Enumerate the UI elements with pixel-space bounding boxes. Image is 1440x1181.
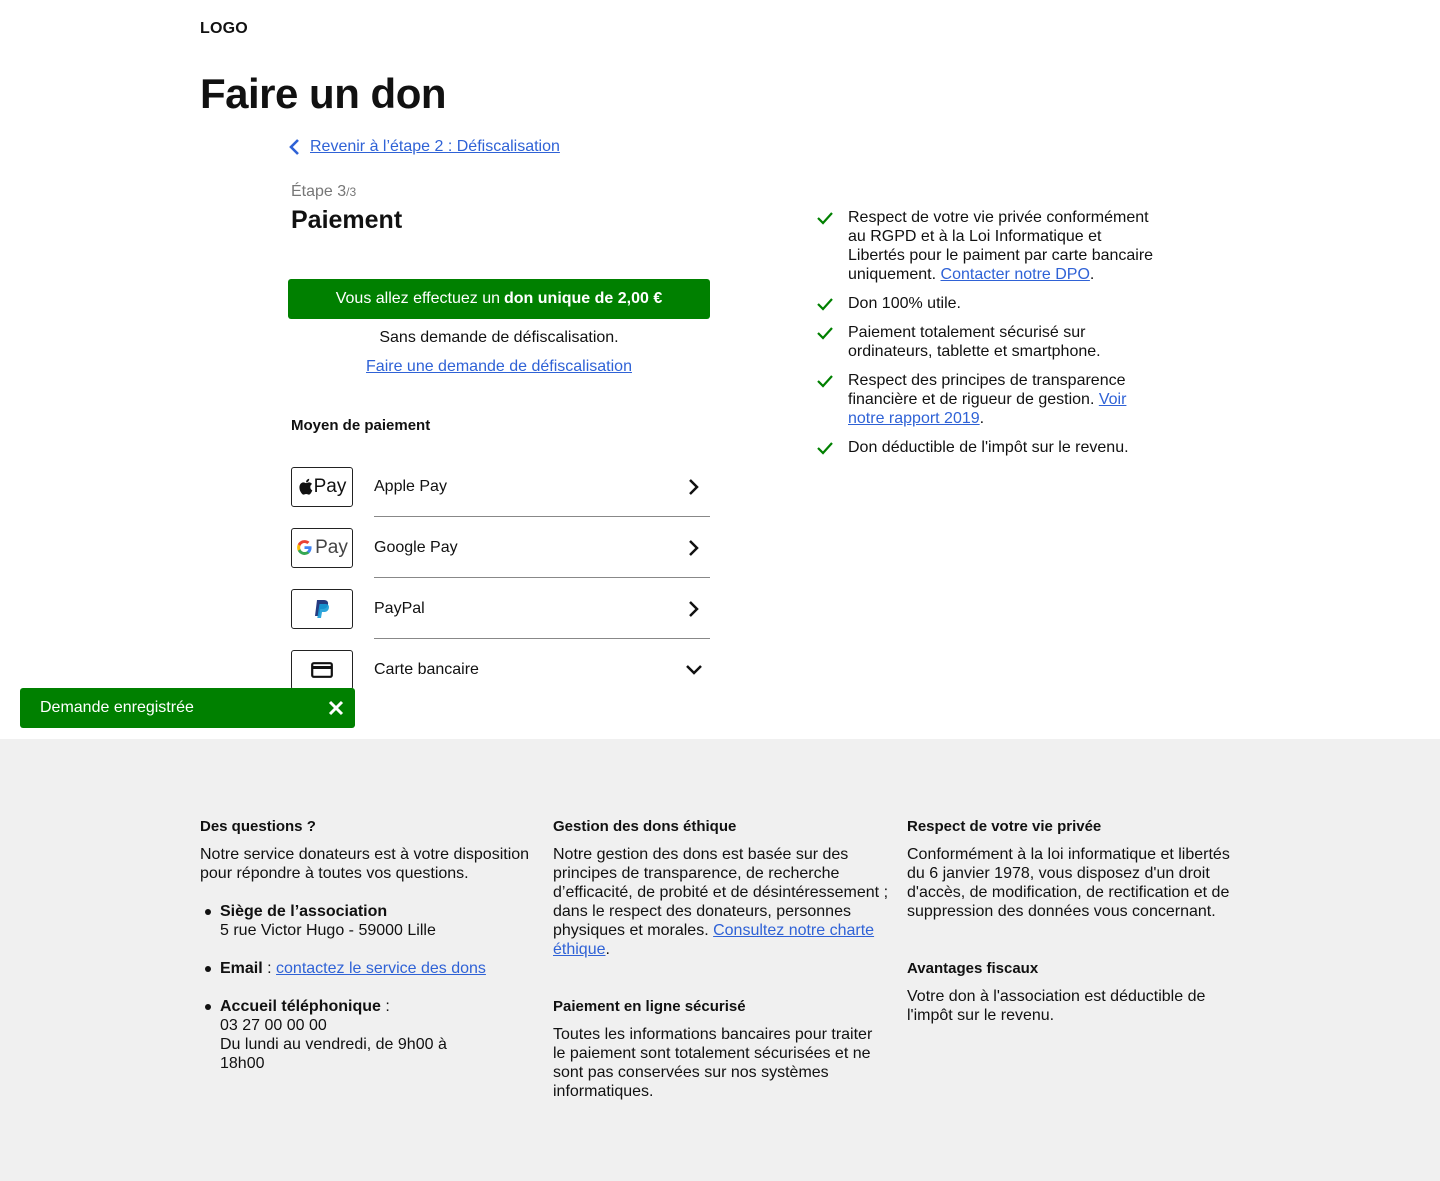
payment-method-label: Apple Pay	[374, 477, 447, 495]
page-title: Faire un don	[200, 70, 447, 117]
step-label: Étape 3	[291, 183, 347, 200]
google-pay-text: Pay	[315, 536, 348, 558]
footer-text: Notre service donateurs est à votre disp…	[200, 846, 530, 882]
footer-heading: Des questions ?	[200, 818, 316, 835]
separator: :	[262, 960, 277, 977]
punctuation: .	[979, 410, 985, 427]
credit-card-icon	[311, 661, 333, 678]
payment-method-label: Carte bancaire	[374, 660, 479, 678]
chevron-right-icon	[689, 478, 699, 495]
close-icon[interactable]	[327, 699, 345, 717]
guarantee-text: Don 100% utile.	[848, 295, 961, 312]
check-icon	[817, 442, 833, 455]
payment-method-label: PayPal	[374, 599, 425, 617]
banner-amount: don unique de 2,00 €	[504, 290, 663, 307]
payment-method-label: Google Pay	[374, 538, 458, 556]
email-label: Email	[220, 960, 263, 977]
check-icon	[817, 212, 833, 225]
footer-privacy: Respect de votre vie privée Conformément…	[907, 817, 1242, 1025]
punctuation: .	[605, 941, 610, 958]
apple-icon	[299, 478, 312, 495]
phone-number: 03 27 00 00 00	[220, 1017, 327, 1034]
footer-secure: Paiement en ligne sécurisé Toutes les in…	[553, 997, 888, 1101]
footer-heading: Avantages fiscaux	[907, 960, 1039, 977]
contact-list: Siège de l’association 5 rue Victor Hugo…	[200, 902, 540, 1073]
guarantee-item: Respect de votre vie privée conformément…	[816, 208, 1156, 284]
chevron-right-icon	[689, 539, 699, 556]
google-pay-logo: Pay	[291, 527, 353, 568]
payment-method-paypal[interactable]: PayPal	[291, 578, 710, 639]
footer-text: Toutes les informations bancaires pour t…	[553, 1026, 873, 1100]
hq-address: 5 rue Victor Hugo - 59000 Lille	[220, 922, 436, 939]
step-title: Paiement	[291, 206, 403, 234]
check-icon	[817, 375, 833, 388]
contact-item-phone: Accueil téléphonique : 03 27 00 00 00 Du…	[200, 997, 540, 1073]
paypal-icon	[315, 599, 329, 618]
footer-questions: Des questions ? Notre service donateurs …	[200, 817, 540, 1092]
hq-label: Siège de l’association	[220, 903, 388, 920]
step-indicator: Étape 3/3	[291, 183, 356, 201]
logo[interactable]: LOGO	[200, 20, 248, 38]
apple-pay-logo: Pay	[291, 466, 353, 507]
guarantee-item: Respect des principes de transparence fi…	[816, 371, 1156, 428]
check-icon	[817, 327, 833, 340]
no-tax-text: Sans demande de défiscalisation.	[379, 329, 619, 346]
chevron-down-icon	[686, 664, 702, 675]
donation-summary-banner: Vous allez effectuez un don unique de 2,…	[288, 279, 710, 319]
step-total: /3	[346, 185, 357, 199]
payment-method-apple-pay[interactable]: Pay Apple Pay	[291, 456, 710, 517]
phone-hours: Du lundi au vendredi, de 9h00 à 18h00	[220, 1036, 447, 1072]
footer-heading: Gestion des dons éthique	[553, 818, 737, 835]
guarantee-text: Paiement totalement sécurisé sur ordinat…	[848, 324, 1101, 360]
contact-item-email: Email : contactez le service des dons	[200, 959, 540, 978]
check-icon	[817, 298, 833, 311]
toast-message: Demande enregistrée	[40, 699, 194, 716]
credit-card-logo	[291, 649, 353, 690]
footer: Des questions ? Notre service donateurs …	[0, 739, 1440, 1181]
back-link[interactable]: Revenir à l’étape 2 : Défiscalisation	[288, 138, 560, 156]
chevron-right-icon	[689, 600, 699, 617]
tax-request-link[interactable]: Faire une demande de défiscalisation	[366, 358, 632, 375]
footer-text: Votre don à l'association est déductible…	[907, 988, 1206, 1024]
guarantee-item: Paiement totalement sécurisé sur ordinat…	[816, 323, 1156, 361]
contact-item-hq: Siège de l’association 5 rue Victor Hugo…	[200, 902, 540, 940]
apple-pay-text: Pay	[313, 475, 347, 497]
footer-tax: Avantages fiscaux Votre don à l'associat…	[907, 959, 1242, 1025]
payment-method-list: Pay Apple Pay Pay Google Pay PayPal Cart…	[291, 456, 710, 700]
chevron-left-icon	[289, 139, 299, 155]
punctuation: .	[1089, 266, 1095, 283]
toast-notification: Demande enregistrée	[20, 688, 355, 728]
footer-heading: Respect de votre vie privée	[907, 818, 1102, 835]
guarantee-item: Don 100% utile.	[816, 294, 1156, 313]
footer-heading: Paiement en ligne sécurisé	[553, 998, 746, 1015]
footer-text: Conformément à la loi informatique et li…	[907, 846, 1230, 920]
guarantee-list: Respect de votre vie privée conformément…	[816, 208, 1156, 467]
separator: :	[380, 998, 390, 1015]
google-g-icon	[297, 540, 312, 555]
payment-method-google-pay[interactable]: Pay Google Pay	[291, 517, 710, 578]
email-link[interactable]: contactez le service des dons	[276, 960, 486, 977]
contact-dpo-link[interactable]: Contacter notre DPO	[941, 266, 1090, 283]
paypal-logo	[291, 588, 353, 629]
phone-label: Accueil téléphonique	[220, 998, 381, 1015]
guarantee-text: Don déductible de l'impôt sur le revenu.	[848, 439, 1129, 456]
footer-ethics: Gestion des dons éthique Notre gestion d…	[553, 817, 888, 1101]
guarantee-text: Respect des principes de transparence fi…	[848, 372, 1126, 408]
guarantee-item: Don déductible de l'impôt sur le revenu.	[816, 438, 1156, 457]
back-link-text[interactable]: Revenir à l’étape 2 : Défiscalisation	[310, 138, 560, 156]
banner-prefix: Vous allez effectuez un	[335, 290, 500, 307]
payment-method-title: Moyen de paiement	[291, 417, 431, 434]
